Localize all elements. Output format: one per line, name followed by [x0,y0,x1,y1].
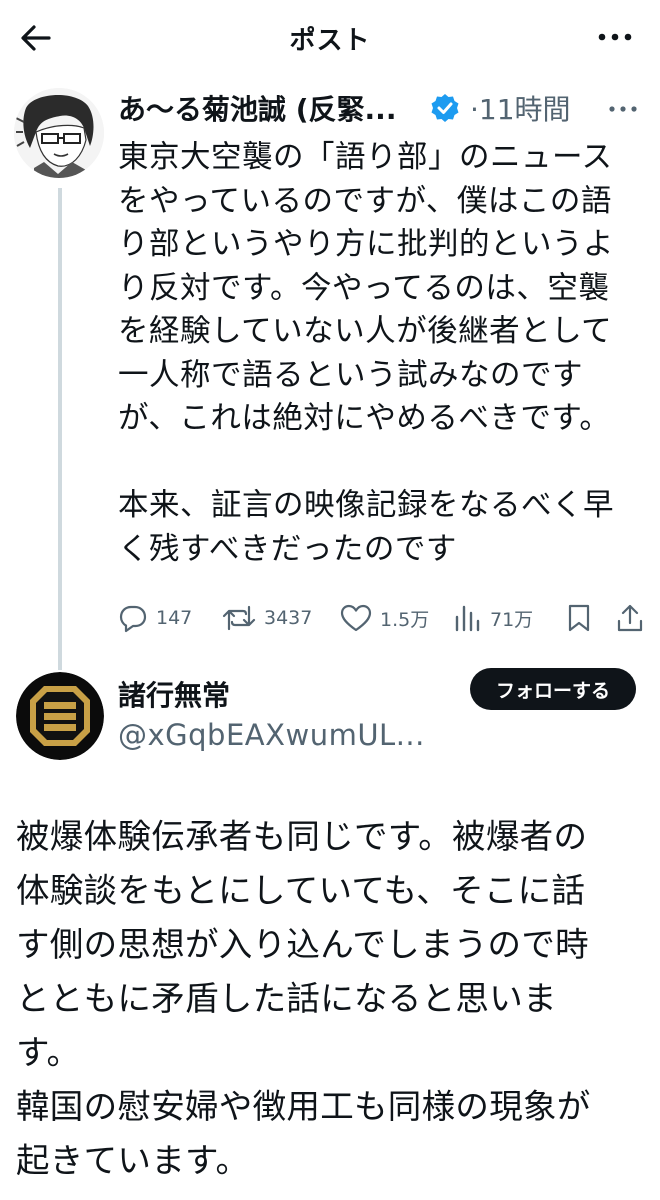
reply-button[interactable]: 147 [118,598,192,638]
reply-author-avatar[interactable] [16,672,104,760]
like-count: 1.5万 [380,608,430,631]
more-options-button[interactable] [596,22,636,52]
reply-icon [119,605,147,633]
verified-badge-icon [431,94,459,122]
views-button[interactable]: 71万 [454,598,533,638]
reply-count: 147 [156,607,193,629]
post-more-button[interactable] [604,94,644,124]
family-crest-icon [16,672,104,760]
views-chart-icon [455,605,480,632]
like-button[interactable]: 1.5万 [340,598,429,638]
post-header: あ〜る菊池誠 (反緊... ·11時間 [118,88,640,128]
reply-body-text: 被爆体験伝承者も同じです。被爆者の 体験談をもとにしていても、そこに話 す側の思… [16,817,591,1180]
reply-author-name[interactable]: 諸行無常 [118,674,230,714]
bookmark-button[interactable] [566,598,592,638]
heart-icon [340,604,372,632]
more-dots-icon [609,106,637,112]
page-title: ポスト [289,26,371,56]
post-body-text: 東京大空襲の「語り部」のニュース をやっているのですが、僕はこの語 り部というや… [118,140,614,567]
thread-connector-line [58,188,62,670]
more-dots-icon [598,33,632,41]
author-name[interactable]: あ〜る菊池誠 (反緊... [118,88,396,128]
top-bar: ポスト [0,0,660,74]
post-action-bar: 147 3437 1.5万 71万 [118,598,648,638]
repost-count: 3437 [264,607,313,629]
reply-author-handle[interactable]: @xGqbEAXwumUL... [118,718,425,752]
bookmark-icon [568,604,590,632]
share-button[interactable] [616,598,644,638]
manga-portrait-icon [14,88,104,178]
views-count: 71万 [490,608,534,631]
share-icon [617,604,643,632]
repost-button[interactable]: 3437 [222,598,312,638]
post-timestamp[interactable]: ·11時間 [470,88,571,128]
repost-icon [222,605,256,631]
follow-button[interactable]: フォローする [470,668,636,710]
author-avatar[interactable] [14,88,104,178]
